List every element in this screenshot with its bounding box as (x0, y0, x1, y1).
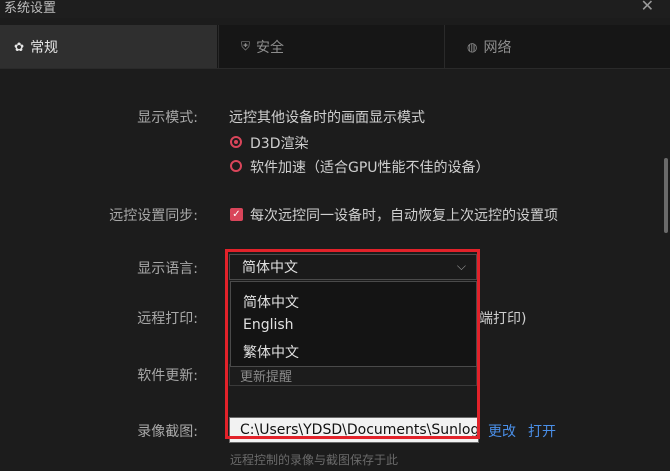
display-mode-label: 显示模式: (137, 110, 198, 126)
language-select-value: 简体中文 (242, 260, 298, 276)
language-label: 显示语言: (137, 261, 198, 277)
language-option-en[interactable]: English (243, 317, 294, 333)
language-select[interactable]: 简体中文 ⌵ (229, 254, 477, 280)
tab-general[interactable]: ✿ 常规 (0, 25, 217, 68)
record-path-value: C:\Users\YDSD\Documents\Sunlogin (240, 422, 479, 438)
tab-network[interactable]: ◍ 网络 (444, 25, 670, 68)
tab-network-label: 网络 (483, 39, 512, 56)
chevron-down-icon: ⌵ (456, 259, 466, 273)
language-dropdown: 简体中文 English 繁体中文 (230, 281, 477, 367)
display-mode-desc: 远控其他设备时的画面显示模式 (229, 110, 425, 126)
tab-general-label: 常规 (30, 39, 59, 56)
print-label: 远程打印: (137, 311, 198, 327)
scrollbar-thumb[interactable] (664, 158, 668, 233)
close-icon[interactable]: ✕ (641, 0, 654, 15)
change-path-link[interactable]: 更改 (488, 421, 516, 441)
sync-checkbox[interactable]: ✓ (230, 208, 243, 221)
radio-software[interactable] (230, 160, 242, 172)
tab-bar: ✿ 常规 ⛨ 安全 ◍ 网络 (0, 25, 670, 69)
record-note: 远程控制的录像与截图保存于此 (230, 453, 399, 467)
language-option-zh-cn[interactable]: 简体中文 (243, 292, 299, 312)
open-path-link[interactable]: 打开 (528, 421, 556, 441)
record-label: 录像截图: (137, 424, 198, 440)
print-text-partial: 端打印) (479, 311, 527, 327)
settings-panel: 显示模式: 远控其他设备时的画面显示模式 D3D渲染 软件加速（适合GPU性能不… (0, 69, 670, 471)
radio-d3d-label[interactable]: D3D渲染 (250, 133, 308, 153)
shield-icon: ⛨ (241, 39, 251, 53)
language-option-zh-tw[interactable]: 繁体中文 (243, 342, 299, 362)
title-bar: 系统设置 ✕ (0, 0, 670, 18)
sync-label: 远控设置同步: (109, 208, 198, 224)
window-title: 系统设置 (4, 1, 57, 16)
radio-software-label[interactable]: 软件加速（适合GPU性能不佳的设备） (250, 157, 490, 177)
radio-d3d[interactable] (230, 136, 242, 148)
update-select-value: 更新提醒 (240, 370, 293, 385)
globe-icon: ◍ (467, 39, 478, 54)
sync-text[interactable]: 每次远控同一设备时，自动恢复上次远控的设置项 (250, 205, 558, 225)
record-path-field[interactable]: C:\Users\YDSD\Documents\Sunlogin (229, 417, 479, 443)
tab-security-label: 安全 (256, 39, 285, 56)
gear-icon: ✿ (14, 39, 25, 54)
update-label: 软件更新: (137, 368, 198, 384)
update-select[interactable]: 更新提醒 (229, 364, 477, 386)
tab-security[interactable]: ⛨ 安全 (218, 25, 444, 68)
